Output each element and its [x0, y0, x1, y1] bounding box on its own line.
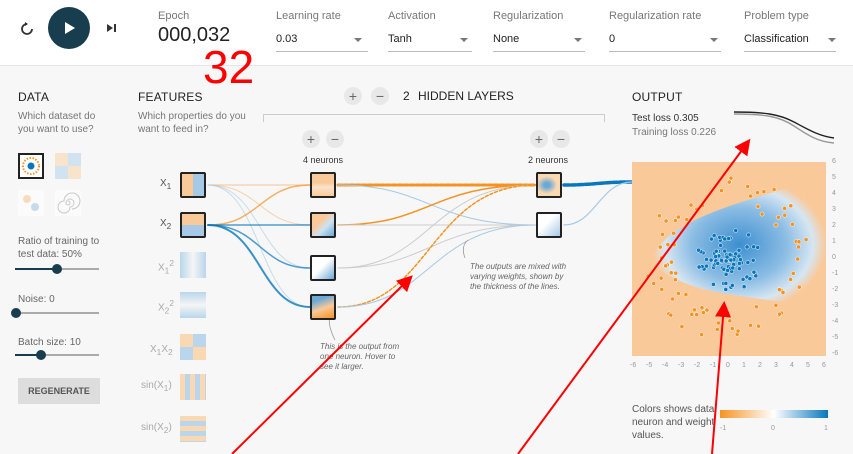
annotation-arrows [231, 138, 751, 454]
playground-app: Epoch 000,032 Learning rate 0.03 Activat… [0, 0, 853, 454]
annotation-arrow-2 [517, 138, 751, 454]
annotation-arrow-1 [231, 275, 413, 454]
annotation-arrow-3 [711, 301, 732, 454]
